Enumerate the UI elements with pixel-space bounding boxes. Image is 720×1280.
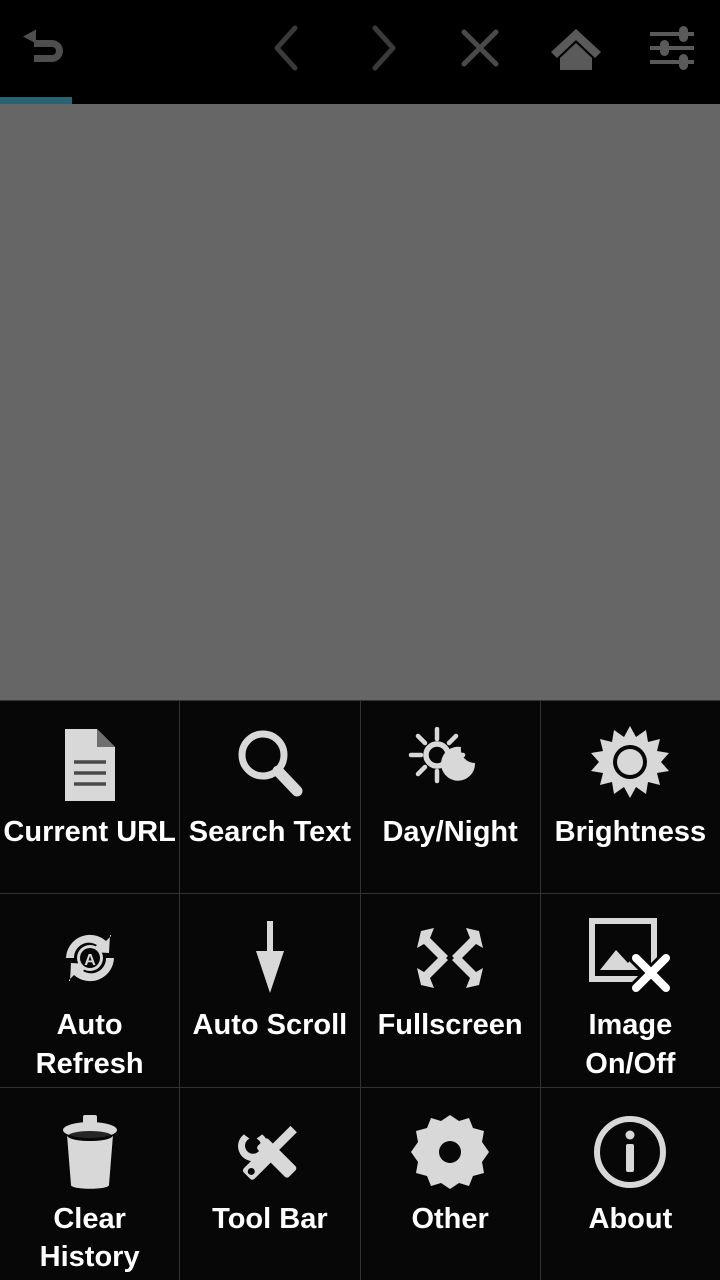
menu-item-auto-refresh[interactable]: A Auto Refresh [0,894,180,1087]
menu-item-other[interactable]: Other [360,1087,540,1280]
menu-item-label: About [588,1202,673,1235]
undo-icon [20,20,76,76]
menu-item-image-on-off[interactable]: Image On/Off [540,894,720,1087]
menu-item-label: Search Text [188,816,351,848]
menu-item-label: Other [411,1202,489,1235]
page-load-progress [0,97,720,104]
arrow-down-icon [180,916,359,1000]
sun-icon [541,723,720,807]
close-icon [456,24,504,72]
menu-item-clear-history[interactable]: Clear History [0,1087,180,1280]
menu-item-label: Brightness [554,816,707,848]
menu-item-tool-bar[interactable]: Tool Bar [180,1087,360,1280]
menu-item-fullscreen[interactable]: Fullscreen [360,894,540,1087]
menu-item-about[interactable]: About [540,1087,720,1280]
chevron-right-icon [361,22,403,74]
fullscreen-icon [361,916,540,1000]
progress-fill [0,97,72,104]
gear-icon [361,1110,540,1194]
sun-moon-icon [361,723,540,807]
browser-toolbar [0,0,720,95]
image-off-icon [541,916,720,1000]
svg-text:A: A [84,952,96,969]
document-icon [0,723,179,807]
tools-icon [180,1110,359,1194]
info-icon [541,1110,720,1194]
menu-item-day-night[interactable]: Day/Night [360,701,540,894]
back-button[interactable] [240,0,336,95]
menu-item-brightness[interactable]: Brightness [540,701,720,894]
trash-icon [0,1110,179,1194]
options-menu-grid: Current URL Search Text Day/Night Bright… [0,700,720,1280]
web-page-viewport[interactable] [0,104,720,700]
search-icon [180,723,359,807]
menu-item-current-url[interactable]: Current URL [0,701,180,894]
chevron-left-icon [267,22,309,74]
menu-item-auto-scroll[interactable]: Auto Scroll [180,894,360,1087]
menu-item-label: Fullscreen [377,1009,523,1042]
home-icon [548,23,604,73]
forward-button[interactable] [334,0,430,95]
home-button[interactable] [528,0,624,95]
settings-button[interactable] [624,0,720,95]
menu-item-label: Auto Scroll [192,1009,348,1042]
menu-item-search-text[interactable]: Search Text [180,701,360,894]
menu-item-label: Current URL [3,816,176,848]
sliders-icon [646,22,698,74]
menu-item-label: Image On/Off [585,1009,676,1080]
menu-item-label: Tool Bar [212,1202,328,1235]
menu-item-label: Clear History [39,1202,140,1273]
app-screen: Current URL Search Text Day/Night Bright… [0,0,720,1280]
menu-item-label: Day/Night [382,816,518,848]
menu-item-label: Auto Refresh [35,1009,144,1080]
undo-button[interactable] [0,0,96,95]
auto-refresh-icon: A [0,916,179,1000]
stop-button[interactable] [432,0,528,95]
